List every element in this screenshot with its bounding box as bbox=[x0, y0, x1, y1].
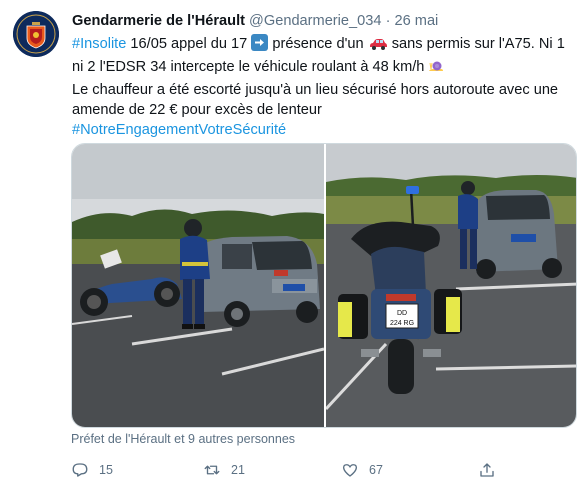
text-segment: sans permis sur l'A75. Ni 1 bbox=[387, 36, 565, 52]
retweet-count: 21 bbox=[231, 463, 245, 477]
retweet-button[interactable]: 21 bbox=[203, 458, 245, 482]
plate-text-1: DD bbox=[397, 310, 407, 317]
reply-count: 15 bbox=[99, 463, 113, 477]
snail-icon bbox=[428, 58, 444, 80]
reply-icon bbox=[72, 463, 88, 477]
like-button[interactable]: 67 bbox=[341, 458, 383, 482]
author-handle[interactable]: @Gendarmerie_034 bbox=[249, 13, 381, 29]
tweet-card[interactable]: Gendarmerie de l'Hérault @Gendarmerie_03… bbox=[0, 0, 588, 488]
arrow-right-icon bbox=[251, 34, 269, 51]
photo-traffic-stop[interactable] bbox=[72, 144, 324, 427]
tweet-header: Gendarmerie de l'Hérault @Gendarmerie_03… bbox=[72, 12, 438, 30]
tweet-text: #Insolite 16/05 appel du 17 présence d'u… bbox=[72, 34, 582, 140]
retweet-icon bbox=[204, 465, 220, 475]
hashtag-insolite[interactable]: #Insolite bbox=[72, 36, 126, 52]
header-separator: · bbox=[385, 13, 391, 29]
tweet-actions: 15 21 67 bbox=[71, 458, 511, 482]
share-icon bbox=[480, 463, 494, 477]
text-segment: 16/05 appel du 17 bbox=[126, 36, 252, 52]
avatar[interactable] bbox=[13, 11, 59, 57]
gendarmerie-badge-icon bbox=[13, 11, 59, 57]
photo-motorcycle[interactable]: DD 224 RG bbox=[326, 144, 576, 427]
liked-by[interactable]: Préfet de l'Hérault et 9 autres personne… bbox=[71, 432, 295, 446]
plate-text-2: 224 RG bbox=[390, 320, 414, 327]
text-segment: présence d'un bbox=[268, 36, 368, 52]
tweet-line-1: #Insolite 16/05 appel du 17 présence d'u… bbox=[72, 34, 582, 57]
hashtag-engagement[interactable]: #NotreEngagementVotreSécurité bbox=[72, 120, 582, 140]
tweet-line-3: Le chauffeur a été escorté jusqu'à un li… bbox=[72, 82, 559, 98]
tweet-line-2: ni 2 l'EDSR 34 intercepte le véhicule ro… bbox=[72, 57, 582, 80]
reply-button[interactable]: 15 bbox=[71, 458, 113, 482]
heart-icon bbox=[342, 464, 358, 477]
red-car-icon bbox=[368, 37, 388, 57]
photo-motorcycle-image: DD 224 RG bbox=[326, 144, 576, 427]
tweet-date[interactable]: 26 mai bbox=[395, 13, 439, 29]
like-count: 67 bbox=[369, 463, 383, 477]
share-button[interactable] bbox=[478, 458, 506, 482]
media-grid: DD 224 RG bbox=[71, 143, 577, 428]
tweet-line-4: amende de 22 € pour excès de lenteur bbox=[72, 102, 322, 118]
text-segment: ni 2 l'EDSR 34 intercepte le véhicule ro… bbox=[72, 59, 429, 75]
author-name[interactable]: Gendarmerie de l'Hérault bbox=[72, 13, 245, 29]
photo-traffic-stop-image bbox=[72, 144, 324, 427]
